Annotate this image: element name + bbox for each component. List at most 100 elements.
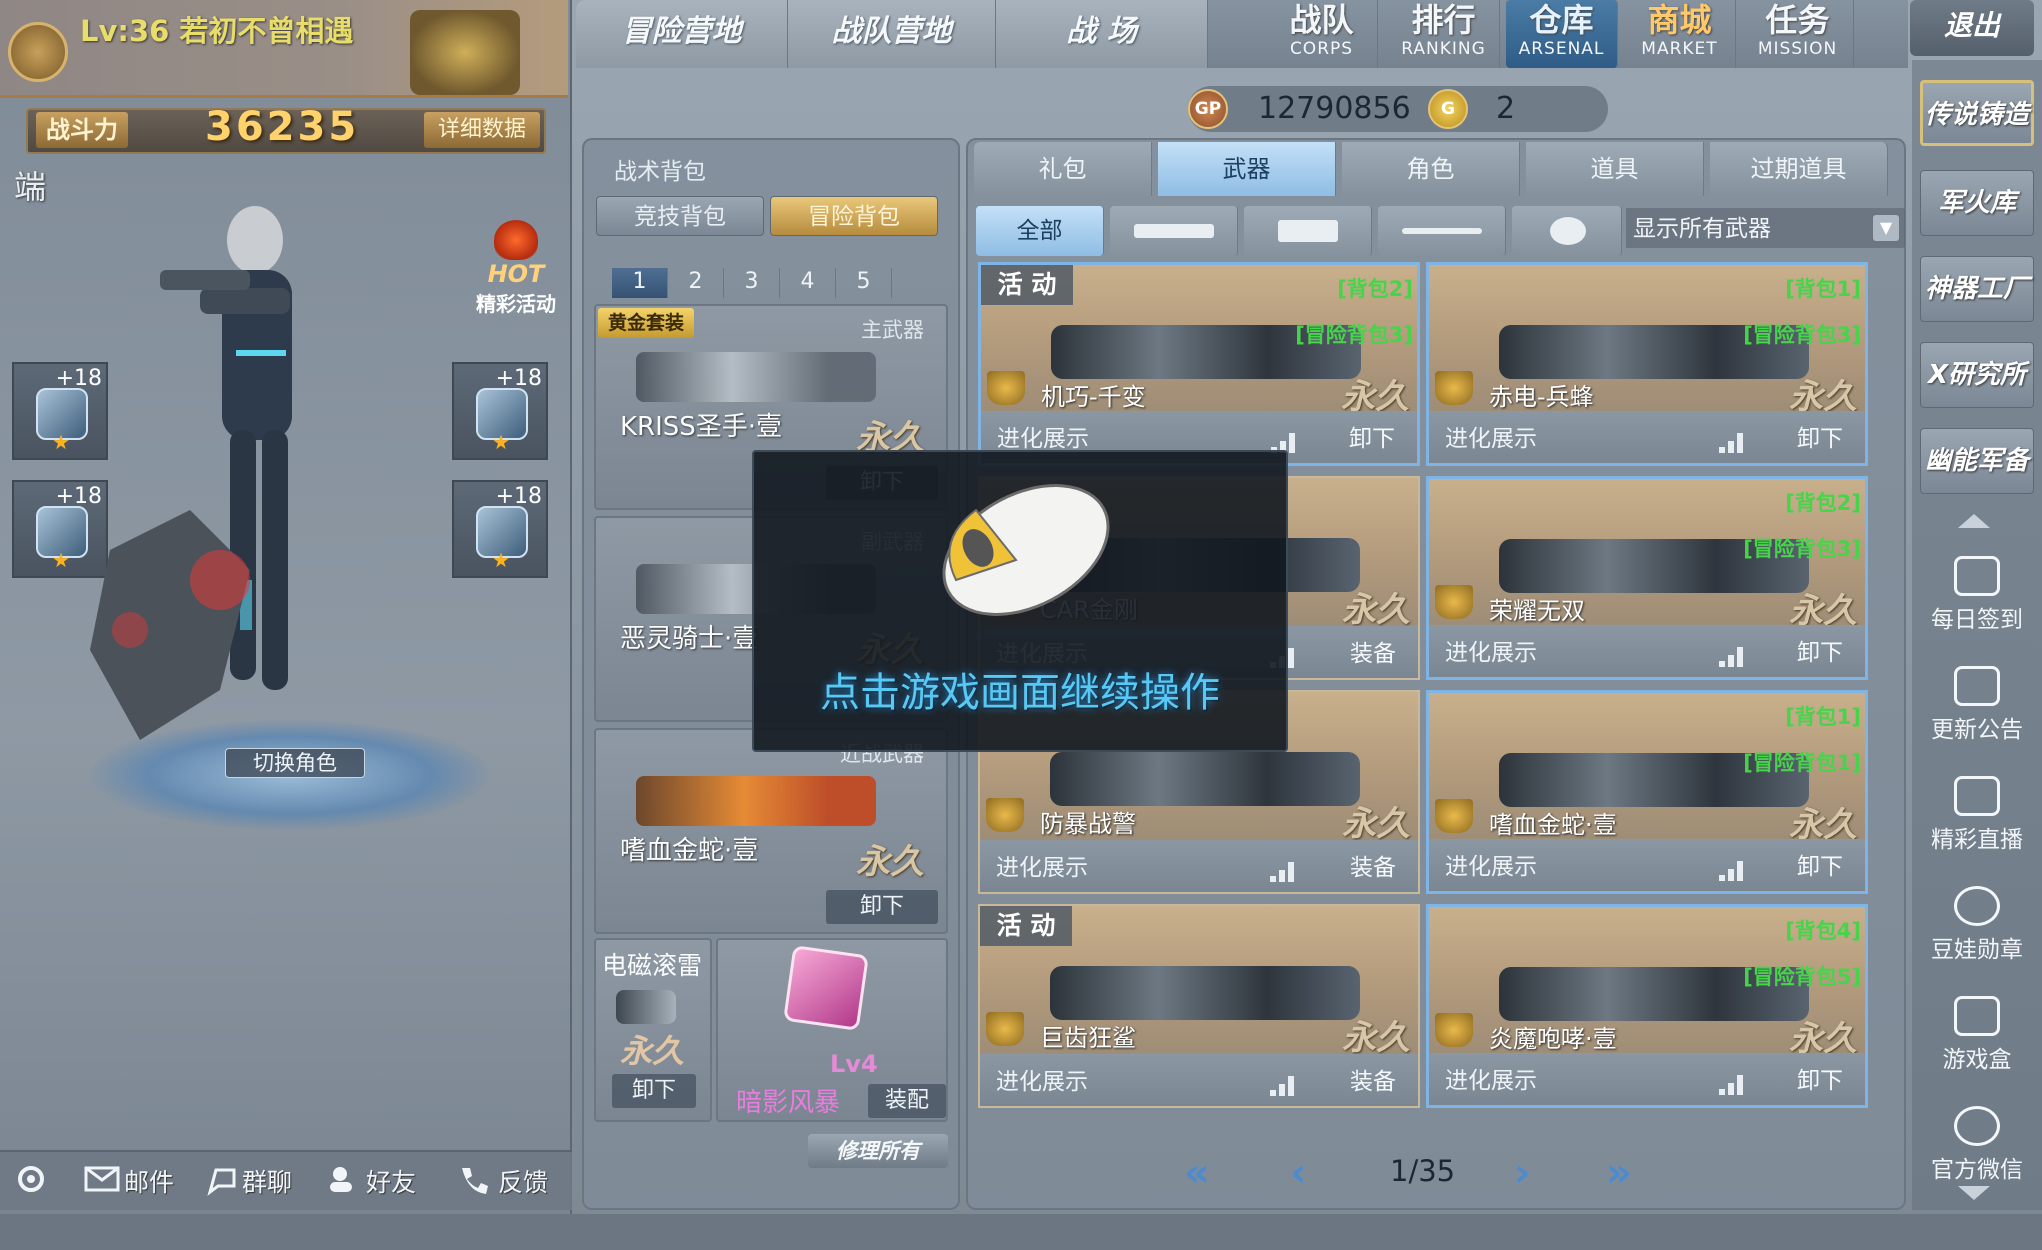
bag-number-tab[interactable]: 1 — [612, 268, 668, 298]
next-page-button[interactable]: › — [1514, 1150, 1530, 1196]
tab-weapons[interactable]: 武器 — [1158, 142, 1336, 196]
tab-corps-camp[interactable]: 战队营地 — [788, 0, 996, 68]
game-box-button[interactable]: 游戏盒 — [1920, 996, 2034, 1074]
evolution-preview-button[interactable]: 进化展示 — [997, 419, 1089, 453]
nav-market[interactable]: 商城 MARKET — [1624, 0, 1736, 68]
tab-gift-pack[interactable]: 礼包 — [974, 142, 1152, 196]
arsenal-button[interactable]: 军火库 — [1920, 170, 2034, 236]
filter-melee[interactable] — [1378, 206, 1506, 256]
nav-corps[interactable]: 战队 CORPS — [1266, 0, 1378, 68]
weapon-card[interactable]: 活 动 [背包2] [冒险背包3] 机巧-千变 永久 进化展示 卸下 — [978, 262, 1420, 466]
tab-competitive-bag[interactable]: 竞技背包 — [596, 196, 764, 236]
equip-toggle-button[interactable]: 卸下 — [1797, 633, 1843, 667]
weapon-card[interactable]: [背包1] [冒险背包3] 赤电-兵蜂 永久 进化展示 卸下 — [1426, 262, 1868, 466]
equip-toggle-button[interactable]: 装备 — [1350, 1062, 1396, 1096]
nav-ranking-cn: 排行 — [1411, 1, 1476, 39]
prev-page-button[interactable]: ‹ — [1290, 1150, 1306, 1196]
nav-mission[interactable]: 任务 MISSION — [1742, 0, 1854, 68]
evolution-preview-button[interactable]: 进化展示 — [996, 1062, 1088, 1096]
evolution-preview-button[interactable]: 进化展示 — [1445, 419, 1537, 453]
bag-number-tab[interactable]: 3 — [724, 268, 780, 298]
filter-rifle[interactable] — [1110, 206, 1238, 256]
armor-slot[interactable]: +18 ★ — [12, 362, 108, 460]
mail-button[interactable]: 邮件 — [124, 1163, 174, 1199]
equip-toggle-button[interactable]: 装备 — [1350, 848, 1396, 882]
detail-data-button[interactable]: 详细数据 — [424, 112, 540, 148]
update-notice-button[interactable]: 更新公告 — [1920, 666, 2034, 744]
melee-weapon-slot[interactable]: 近战武器 嗜血金蛇·壹 永久 卸下 — [594, 728, 948, 934]
weapon-card[interactable]: 活 动巨齿狂鲨 永久 进化展示 装备 — [978, 904, 1420, 1108]
unequip-button[interactable]: 卸下 — [826, 890, 938, 924]
nav-arsenal[interactable]: 仓库 ARSENAL — [1506, 0, 1618, 68]
evolution-preview-button[interactable]: 进化展示 — [1445, 847, 1537, 881]
repair-all-button[interactable]: 修理所有 — [808, 1134, 948, 1168]
equip-toggle-button[interactable]: 卸下 — [1797, 1061, 1843, 1095]
equip-toggle-button[interactable]: 卸下 — [1797, 847, 1843, 881]
permanent-label: 永久 — [620, 1032, 685, 1070]
legend-forge-button[interactable]: 传说铸造 — [1920, 80, 2034, 146]
camera-icon — [1954, 776, 2000, 816]
evolution-preview-button[interactable]: 进化展示 — [1445, 633, 1537, 667]
x-institute-button[interactable]: X研究所 — [1920, 342, 2034, 408]
weapon-card[interactable]: [背包1] [冒险背包1] 嗜血金蛇·壹 永久 进化展示 卸下 — [1426, 690, 1868, 894]
last-page-button[interactable]: » — [1606, 1150, 1632, 1196]
nav-corps-cn: 战队 — [1289, 1, 1354, 39]
tab-battlefield[interactable]: 战 场 — [996, 0, 1208, 68]
weapon-name: 防暴战警 — [1040, 810, 1136, 838]
bag-number-tab[interactable]: 4 — [780, 268, 836, 298]
group-chat-icon — [207, 1168, 236, 1196]
wechat-button[interactable]: 官方微信 — [1920, 1106, 2034, 1184]
tab-adventure-camp[interactable]: 冒险营地 — [576, 0, 788, 68]
exit-button[interactable]: 退出 — [1910, 0, 2034, 56]
filter-pistol[interactable] — [1244, 206, 1372, 256]
weapon-filter-select[interactable]: 显示所有武器 ▼ — [1626, 208, 1906, 248]
badge-slot[interactable]: +18 ★ — [452, 480, 548, 578]
equip-toggle-button[interactable]: 卸下 — [1797, 419, 1843, 453]
nav-mission-cn: 任务 — [1765, 1, 1830, 39]
equip-toggle-button[interactable]: 卸下 — [1349, 419, 1395, 453]
permanent-label: 永久 — [1342, 1018, 1410, 1058]
ghost-armament-button[interactable]: 幽能军备 — [1920, 428, 2034, 494]
bag-number-tab[interactable]: 2 — [668, 268, 724, 298]
overlay-message: 点击游戏画面继续操作 — [820, 670, 1220, 716]
scroll-down-icon[interactable] — [1958, 1186, 1990, 1200]
live-stream-button[interactable]: 精彩直播 — [1920, 776, 2034, 854]
weapon-name: 嗜血金蛇·壹 — [1489, 811, 1617, 839]
artifact-factory-button[interactable]: 神器工厂 — [1920, 256, 2034, 322]
tab-adventure-bag[interactable]: 冒险背包 — [770, 196, 938, 236]
equip-skill-button[interactable]: 装配 — [868, 1084, 946, 1118]
skill-level: Lv4 — [830, 1050, 878, 1078]
bottom-strip — [0, 1214, 2042, 1250]
scroll-up-icon[interactable] — [1958, 514, 1990, 528]
bag-number-tab[interactable]: 5 — [836, 268, 892, 298]
weapon-card[interactable]: [背包2] [冒险背包3] 荣耀无双 永久 进化展示 卸下 — [1426, 476, 1868, 680]
medal-button[interactable]: 豆娃勋章 — [1920, 886, 2034, 964]
equip-toggle-button[interactable]: 装备 — [1350, 634, 1396, 668]
first-page-button[interactable]: « — [1184, 1150, 1210, 1196]
wechat-label: 官方微信 — [1931, 1157, 2023, 1183]
nav-mission-en: MISSION — [1757, 39, 1838, 59]
evolution-preview-button[interactable]: 进化展示 — [996, 848, 1088, 882]
feedback-button[interactable]: 反馈 — [498, 1163, 548, 1199]
bag-assignment: [冒险背包3] — [1295, 323, 1413, 347]
filter-grenade[interactable] — [1512, 206, 1622, 256]
hot-event-button[interactable]: HOT 精彩活动 — [462, 220, 570, 316]
skill-name: 暗影风暴 — [736, 1088, 841, 1118]
star-icon: ★ — [52, 548, 70, 572]
filter-all[interactable]: 全部 — [976, 206, 1104, 256]
tab-roles[interactable]: 角色 — [1342, 142, 1520, 196]
switch-role-button[interactable]: 切换角色 — [225, 748, 365, 778]
evolution-preview-button[interactable]: 进化展示 — [1445, 1061, 1537, 1095]
signal-bars-icon — [1719, 1075, 1745, 1095]
tab-items[interactable]: 道具 — [1526, 142, 1704, 196]
goggles-slot[interactable]: +18 ★ — [452, 362, 548, 460]
tab-expired-items[interactable]: 过期道具 — [1710, 142, 1888, 196]
nav-ranking[interactable]: 排行 RANKING — [1388, 0, 1500, 68]
gear-icon[interactable] — [14, 1162, 48, 1196]
group-chat-button[interactable]: 群聊 — [242, 1163, 292, 1199]
corps-emblem-icon — [410, 10, 520, 95]
daily-checkin-button[interactable]: 每日签到 — [1920, 556, 2034, 634]
weapon-card[interactable]: [背包4] [冒险背包5] 炎魔咆哮·壹 永久 进化展示 卸下 — [1426, 904, 1868, 1108]
friends-button[interactable]: 好友 — [366, 1163, 416, 1199]
unequip-button[interactable]: 卸下 — [612, 1074, 696, 1108]
